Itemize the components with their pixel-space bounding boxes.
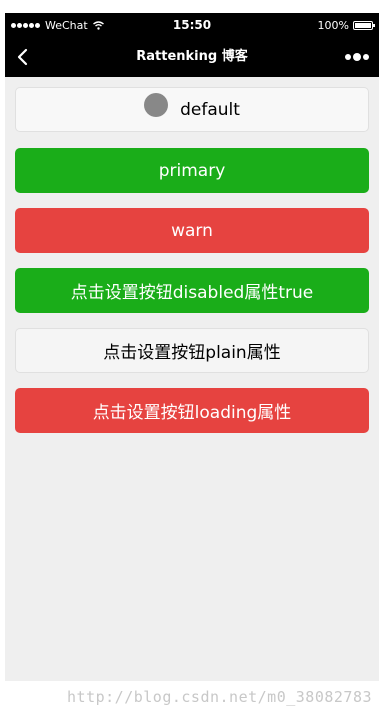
set-plain-button-label: 点击设置按钮plain属性 [103, 343, 281, 363]
navigation-bar: Rattenking 博客 [5, 37, 379, 77]
battery-percent: 100% [317, 18, 349, 32]
loading-icon [144, 92, 169, 117]
set-disabled-button[interactable]: 点击设置按钮disabled属性true [15, 268, 369, 313]
set-loading-button[interactable]: 点击设置按钮loading属性 [15, 388, 369, 433]
set-disabled-button-label: 点击设置按钮disabled属性true [70, 283, 314, 303]
status-bar: WeChat 15:50 100% [5, 13, 379, 37]
warn-button[interactable]: warn [15, 208, 369, 253]
more-dots-icon[interactable] [345, 50, 369, 64]
default-button[interactable]: default [15, 87, 369, 132]
status-right: 100% [317, 13, 375, 37]
default-button-label: default [180, 99, 240, 120]
set-plain-button[interactable]: 点击设置按钮plain属性 [15, 328, 369, 373]
watermark-text: http://blog.csdn.net/m0_38082783 [67, 688, 372, 706]
battery-icon [353, 20, 375, 30]
set-loading-button-label: 点击设置按钮loading属性 [92, 403, 292, 423]
phone-screen: WeChat 15:50 100% Rattenking 博客 default … [5, 13, 379, 681]
page-title: Rattenking 博客 [136, 49, 248, 64]
warn-button-label: warn [171, 220, 213, 241]
primary-button[interactable]: primary [15, 148, 369, 193]
primary-button-label: primary [158, 160, 226, 181]
